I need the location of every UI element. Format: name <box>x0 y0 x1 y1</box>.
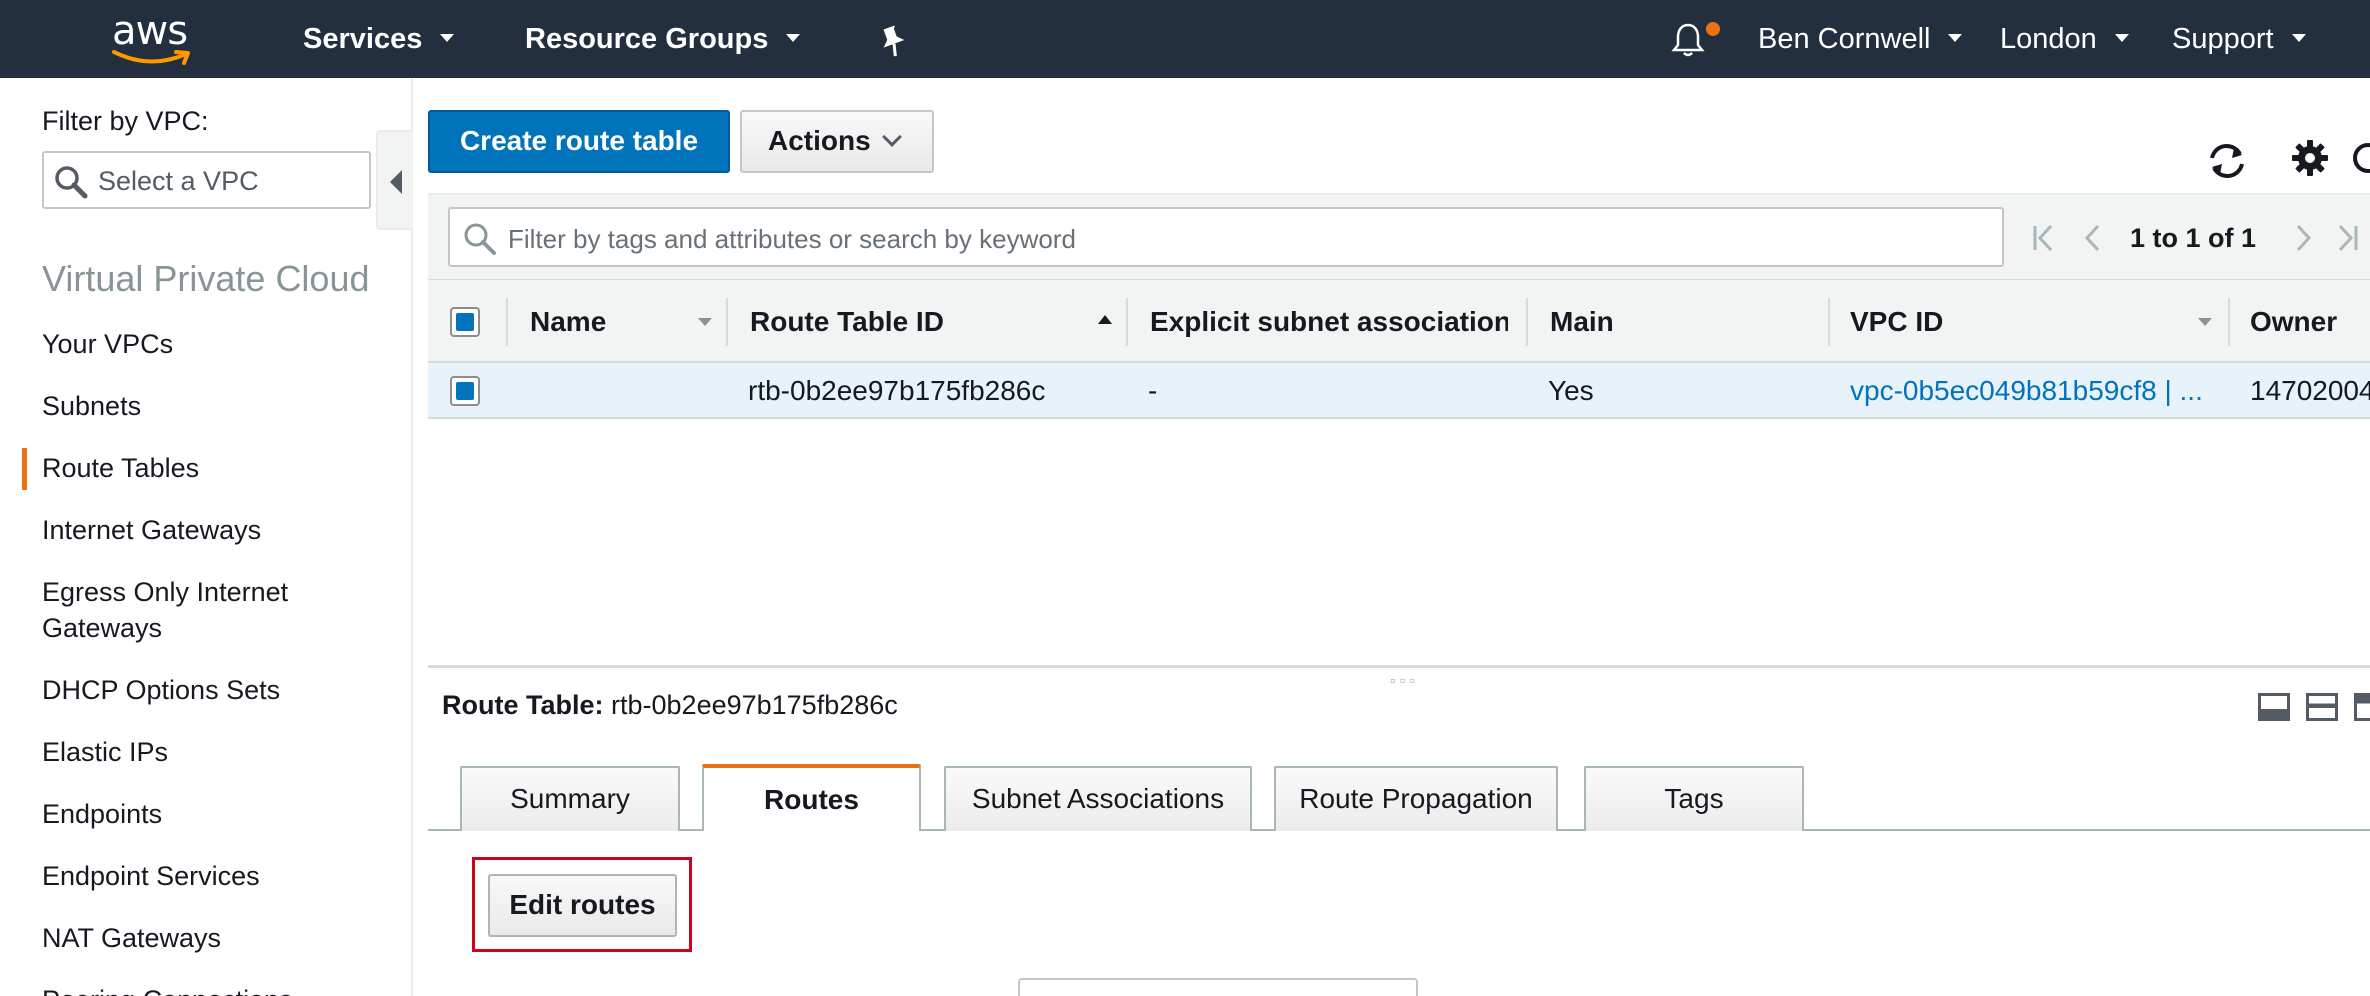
sidebar: Filter by VPC: Select a VPC Virtual Priv… <box>0 78 413 996</box>
pane-divider <box>428 665 2370 668</box>
filter-by-vpc-label: Filter by VPC: <box>42 106 209 136</box>
resource-groups-menu[interactable]: Resource Groups <box>525 0 801 78</box>
sidebar-item-nat-gateways[interactable]: NAT Gateways <box>42 920 221 956</box>
actions-button[interactable]: Actions <box>740 110 934 173</box>
sort-ascending-icon[interactable] <box>1098 315 1112 324</box>
vpc-id-link[interactable]: vpc-0b5ec049b81b59cf8 | ... <box>1850 363 2220 419</box>
table-header: Name Route Table ID Explicit subnet asso… <box>428 279 2370 363</box>
column-divider <box>1828 298 1830 346</box>
search-placeholder: Filter by tags and attributes or search … <box>508 224 1076 254</box>
active-indicator <box>22 448 27 490</box>
collapse-sidebar-button[interactable] <box>376 130 413 230</box>
column-header-main[interactable]: Main <box>1550 280 1700 364</box>
split-view-icon[interactable] <box>2306 693 2338 721</box>
column-divider <box>726 298 728 346</box>
details-label: Route Table: <box>442 690 604 720</box>
section-title: Virtual Private Cloud <box>42 258 370 299</box>
chevron-down-icon <box>2291 34 2306 43</box>
sidebar-item-peering-connections[interactable]: Peering Connections <box>42 982 293 996</box>
chevron-down-icon <box>786 34 801 43</box>
chevron-left-icon <box>390 170 402 194</box>
vpc-select-placeholder: Select a VPC <box>98 166 259 196</box>
tab-route-propagation[interactable]: Route Propagation <box>1274 766 1558 831</box>
cell-explicit-subnet-association: - <box>1148 375 1158 406</box>
tab-summary[interactable]: Summary <box>460 766 680 831</box>
aws-smile-icon <box>112 50 190 65</box>
table-row[interactable]: rtb-0b2ee97b175fb286c - Yes vpc-0b5ec049… <box>428 363 2370 419</box>
details-route-table-id: rtb-0b2ee97b175fb286c <box>611 690 898 720</box>
sidebar-item-dhcp-options-sets[interactable]: DHCP Options Sets <box>42 672 280 708</box>
bottom-pane-view-icon[interactable] <box>2258 693 2290 721</box>
cell-name <box>530 363 720 419</box>
region-label: London <box>2000 23 2097 55</box>
column-header-vpc-id[interactable]: VPC ID <box>1850 280 2050 364</box>
sort-icon[interactable] <box>698 318 712 326</box>
sidebar-item-elastic-ips[interactable]: Elastic IPs <box>42 734 168 770</box>
services-label: Services <box>303 23 423 55</box>
chevron-down-icon <box>2114 34 2129 43</box>
checkbox-fill <box>456 313 474 331</box>
sidebar-item-endpoints[interactable]: Endpoints <box>42 796 162 832</box>
resource-groups-label: Resource Groups <box>525 23 769 55</box>
next-page-icon[interactable] <box>2290 223 2316 253</box>
services-menu[interactable]: Services <box>303 0 455 78</box>
cell-main: Yes <box>1548 375 1594 406</box>
sort-icon[interactable] <box>2198 318 2212 326</box>
support-menu[interactable]: Support <box>2172 0 2306 78</box>
column-header-route-table-id[interactable]: Route Table ID <box>750 280 950 364</box>
chevron-down-icon <box>1948 34 1963 43</box>
column-divider <box>1526 298 1528 346</box>
sidebar-item-route-tables[interactable]: Route Tables <box>42 450 199 486</box>
sidebar-item-internet-gateways[interactable]: Internet Gateways <box>42 512 261 548</box>
support-label: Support <box>2172 23 2274 55</box>
tab-routes[interactable]: Routes <box>702 764 921 831</box>
sidebar-item-subnets[interactable]: Subnets <box>42 388 141 424</box>
gear-icon[interactable] <box>2348 138 2370 178</box>
resize-handle[interactable]: ▫▫▫ <box>1390 673 1419 691</box>
aws-logo[interactable]: aws <box>110 8 200 68</box>
details-title: Route Table: rtb-0b2ee97b175fb286c <box>442 690 898 721</box>
search-icon <box>55 166 88 199</box>
column-divider <box>2228 298 2230 346</box>
search-icon <box>464 223 496 255</box>
notification-badge <box>1706 22 1720 36</box>
cell-owner: 14702004 <box>2250 375 2370 406</box>
sidebar-item-egress-only-internet-gateways[interactable]: Egress Only Internet Gateways <box>42 574 362 646</box>
top-navigation-bar: aws Services Resource Groups Ben Cornwel… <box>0 0 2370 78</box>
column-header-explicit-subnet-association[interactable]: Explicit subnet association <box>1150 280 1508 364</box>
actions-label: Actions <box>768 125 871 156</box>
pagination-text: 1 to 1 of 1 <box>2130 223 2257 253</box>
user-label: Ben Cornwell <box>1758 23 1931 55</box>
vpc-select[interactable]: Select a VPC <box>42 151 371 209</box>
cell-route-table-id: rtb-0b2ee97b175fb286c <box>748 375 1046 406</box>
sidebar-item-endpoint-services[interactable]: Endpoint Services <box>42 858 260 894</box>
edit-routes-button[interactable]: Edit routes <box>488 874 677 937</box>
refresh-icon[interactable] <box>2204 138 2250 184</box>
filter-bar: Filter by tags and attributes or search … <box>428 193 2370 279</box>
select-all-checkbox[interactable] <box>450 307 480 337</box>
region-menu[interactable]: London <box>2000 0 2129 78</box>
search-input[interactable]: Filter by tags and attributes or search … <box>448 207 2004 267</box>
tab-subnet-associations[interactable]: Subnet Associations <box>944 766 1252 831</box>
chevron-down-icon <box>881 127 902 147</box>
column-divider <box>1126 298 1128 346</box>
column-divider <box>506 298 508 346</box>
first-page-icon[interactable] <box>2031 223 2057 253</box>
chevron-down-icon <box>440 34 455 43</box>
create-route-table-button[interactable]: Create route table <box>428 110 730 173</box>
bell-icon[interactable] <box>1668 20 1708 60</box>
pin-icon[interactable] <box>876 24 910 58</box>
routes-panel-edge <box>1018 978 1418 996</box>
column-header-owner[interactable]: Owner <box>2250 280 2370 364</box>
prev-page-icon[interactable] <box>2080 223 2106 253</box>
top-pane-view-icon[interactable] <box>2354 693 2370 721</box>
tab-tags[interactable]: Tags <box>1584 766 1804 831</box>
checkbox-fill <box>456 382 474 400</box>
row-checkbox[interactable] <box>450 376 480 406</box>
column-header-name[interactable]: Name <box>530 280 670 364</box>
sidebar-item-your-vpcs[interactable]: Your VPCs <box>42 326 173 362</box>
gear-icon[interactable] <box>2290 138 2330 178</box>
last-page-icon[interactable] <box>2334 223 2360 253</box>
user-menu[interactable]: Ben Cornwell <box>1758 0 1963 78</box>
